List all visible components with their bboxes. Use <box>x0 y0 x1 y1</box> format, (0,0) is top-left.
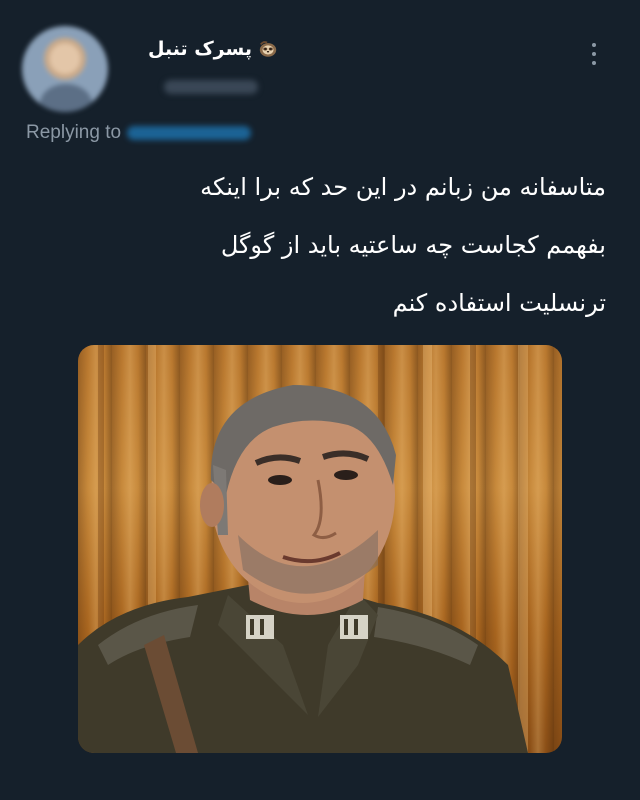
tweet-text: متاسفانه من زبانم در این حد که برا اینکه… <box>46 158 606 332</box>
author-name[interactable]: پسرک تنبل <box>148 34 278 64</box>
tweet-text-line: ترنسلیت استفاده کنم <box>392 289 606 317</box>
tweet-media-photo[interactable] <box>78 345 562 753</box>
avatar[interactable] <box>22 26 108 112</box>
display-name-text[interactable]: پسرک تنبل <box>148 38 252 60</box>
sloth-icon <box>259 41 277 57</box>
more-options-button[interactable] <box>582 34 606 74</box>
tweet-text-line: بفهمم کجاست چه ساعتیه باید از گوگل <box>220 231 606 259</box>
author-handle-redacted[interactable] <box>164 80 258 94</box>
replying-handle-redacted[interactable] <box>127 126 252 140</box>
more-vertical-icon <box>592 43 596 47</box>
replying-to: Replying to <box>26 120 252 146</box>
photo-man-in-uniform <box>78 345 528 753</box>
replying-label: Replying to <box>26 122 122 143</box>
tweet-text-line: متاسفانه من زبانم در این حد که برا اینکه <box>200 173 606 201</box>
tweet: پسرک تنبل Replying to متاسفانه من زبانم … <box>0 0 640 800</box>
